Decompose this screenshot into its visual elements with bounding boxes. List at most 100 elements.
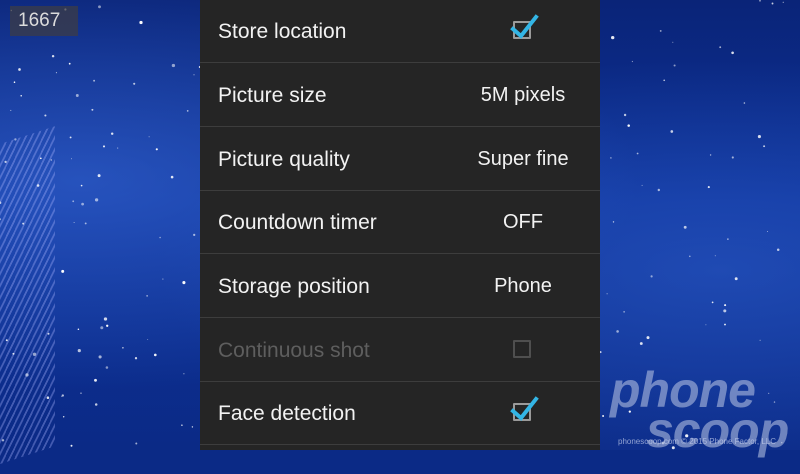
star xyxy=(707,186,710,189)
star xyxy=(782,1,784,3)
star xyxy=(94,198,99,202)
star xyxy=(673,64,676,67)
star xyxy=(689,255,691,258)
setting-row-picture-quality[interactable]: Picture quality Super fine xyxy=(200,128,600,191)
star xyxy=(1,439,5,442)
checkmark-icon xyxy=(510,14,539,39)
setting-label: Countdown timer xyxy=(218,211,377,234)
star xyxy=(13,81,16,83)
star xyxy=(69,136,72,139)
setting-value: OFF xyxy=(503,211,543,233)
setting-value: Super fine xyxy=(477,148,569,170)
star xyxy=(135,442,138,445)
star xyxy=(616,330,619,333)
star xyxy=(122,346,124,349)
star xyxy=(14,138,17,141)
star xyxy=(636,152,639,155)
setting-row-picture-size[interactable]: Picture size 5M pixels xyxy=(200,64,600,127)
star xyxy=(763,145,766,148)
star xyxy=(50,159,52,161)
setting-row-storage-position[interactable]: Storage position Phone xyxy=(200,255,600,318)
setting-row-face-detection[interactable]: Face detection xyxy=(200,382,600,445)
star xyxy=(98,5,101,9)
star xyxy=(146,295,148,297)
star xyxy=(602,415,605,417)
star xyxy=(75,94,79,97)
star xyxy=(627,124,630,127)
star xyxy=(5,339,8,342)
star xyxy=(84,222,87,225)
star xyxy=(171,63,176,68)
star xyxy=(4,160,7,164)
star xyxy=(81,202,84,206)
star xyxy=(719,46,722,49)
star xyxy=(623,311,625,313)
star xyxy=(32,352,37,356)
star xyxy=(97,174,101,178)
setting-label: Continuous shot xyxy=(218,339,370,362)
setting-label: Face detection xyxy=(218,402,356,425)
star xyxy=(77,349,81,353)
star xyxy=(757,135,761,139)
setting-value: 5M pixels xyxy=(480,84,566,106)
camera-settings-panel: Store location Picture size 5M pixels Pi… xyxy=(200,0,600,450)
star xyxy=(623,113,627,117)
star xyxy=(72,200,75,203)
star xyxy=(80,392,82,394)
star xyxy=(62,416,65,418)
star xyxy=(771,2,774,5)
frame-counter: 1667 xyxy=(10,6,78,36)
star xyxy=(170,175,174,179)
star xyxy=(759,0,761,2)
star xyxy=(105,366,109,369)
star xyxy=(727,238,729,240)
star xyxy=(133,82,136,85)
star xyxy=(70,158,73,160)
star xyxy=(93,79,96,82)
star xyxy=(134,357,138,360)
star xyxy=(663,79,666,82)
star xyxy=(0,218,2,221)
star xyxy=(148,136,150,138)
star xyxy=(0,201,2,205)
setting-row-store-location[interactable]: Store location xyxy=(200,0,600,63)
setting-label: Picture size xyxy=(218,84,327,107)
star xyxy=(191,426,194,428)
star xyxy=(55,72,57,74)
star xyxy=(98,355,102,359)
star xyxy=(193,233,196,237)
star xyxy=(181,424,183,427)
star xyxy=(12,352,15,355)
star xyxy=(106,324,109,327)
checkmark-icon xyxy=(510,396,539,421)
star xyxy=(100,326,104,330)
star xyxy=(46,396,50,399)
star xyxy=(47,332,50,335)
star xyxy=(155,148,158,151)
star xyxy=(162,278,164,280)
star xyxy=(94,378,97,382)
star xyxy=(18,68,21,71)
star xyxy=(659,29,662,32)
star xyxy=(724,323,726,326)
star xyxy=(153,353,157,357)
star xyxy=(631,60,634,63)
continuous-shot-checkbox xyxy=(513,340,531,358)
star xyxy=(51,54,55,58)
star xyxy=(103,317,108,321)
star xyxy=(731,51,734,55)
setting-row-countdown-timer[interactable]: Countdown timer OFF xyxy=(200,191,600,254)
star xyxy=(709,154,712,156)
star xyxy=(657,188,661,192)
star xyxy=(186,110,189,112)
star xyxy=(711,301,714,304)
star xyxy=(139,20,143,25)
star xyxy=(611,35,615,40)
star xyxy=(61,395,63,398)
star xyxy=(612,221,615,223)
setting-row-continuous-shot: Continuous shot xyxy=(200,319,600,382)
star xyxy=(705,324,707,326)
star xyxy=(73,222,75,224)
star xyxy=(724,304,727,307)
star xyxy=(147,339,149,340)
